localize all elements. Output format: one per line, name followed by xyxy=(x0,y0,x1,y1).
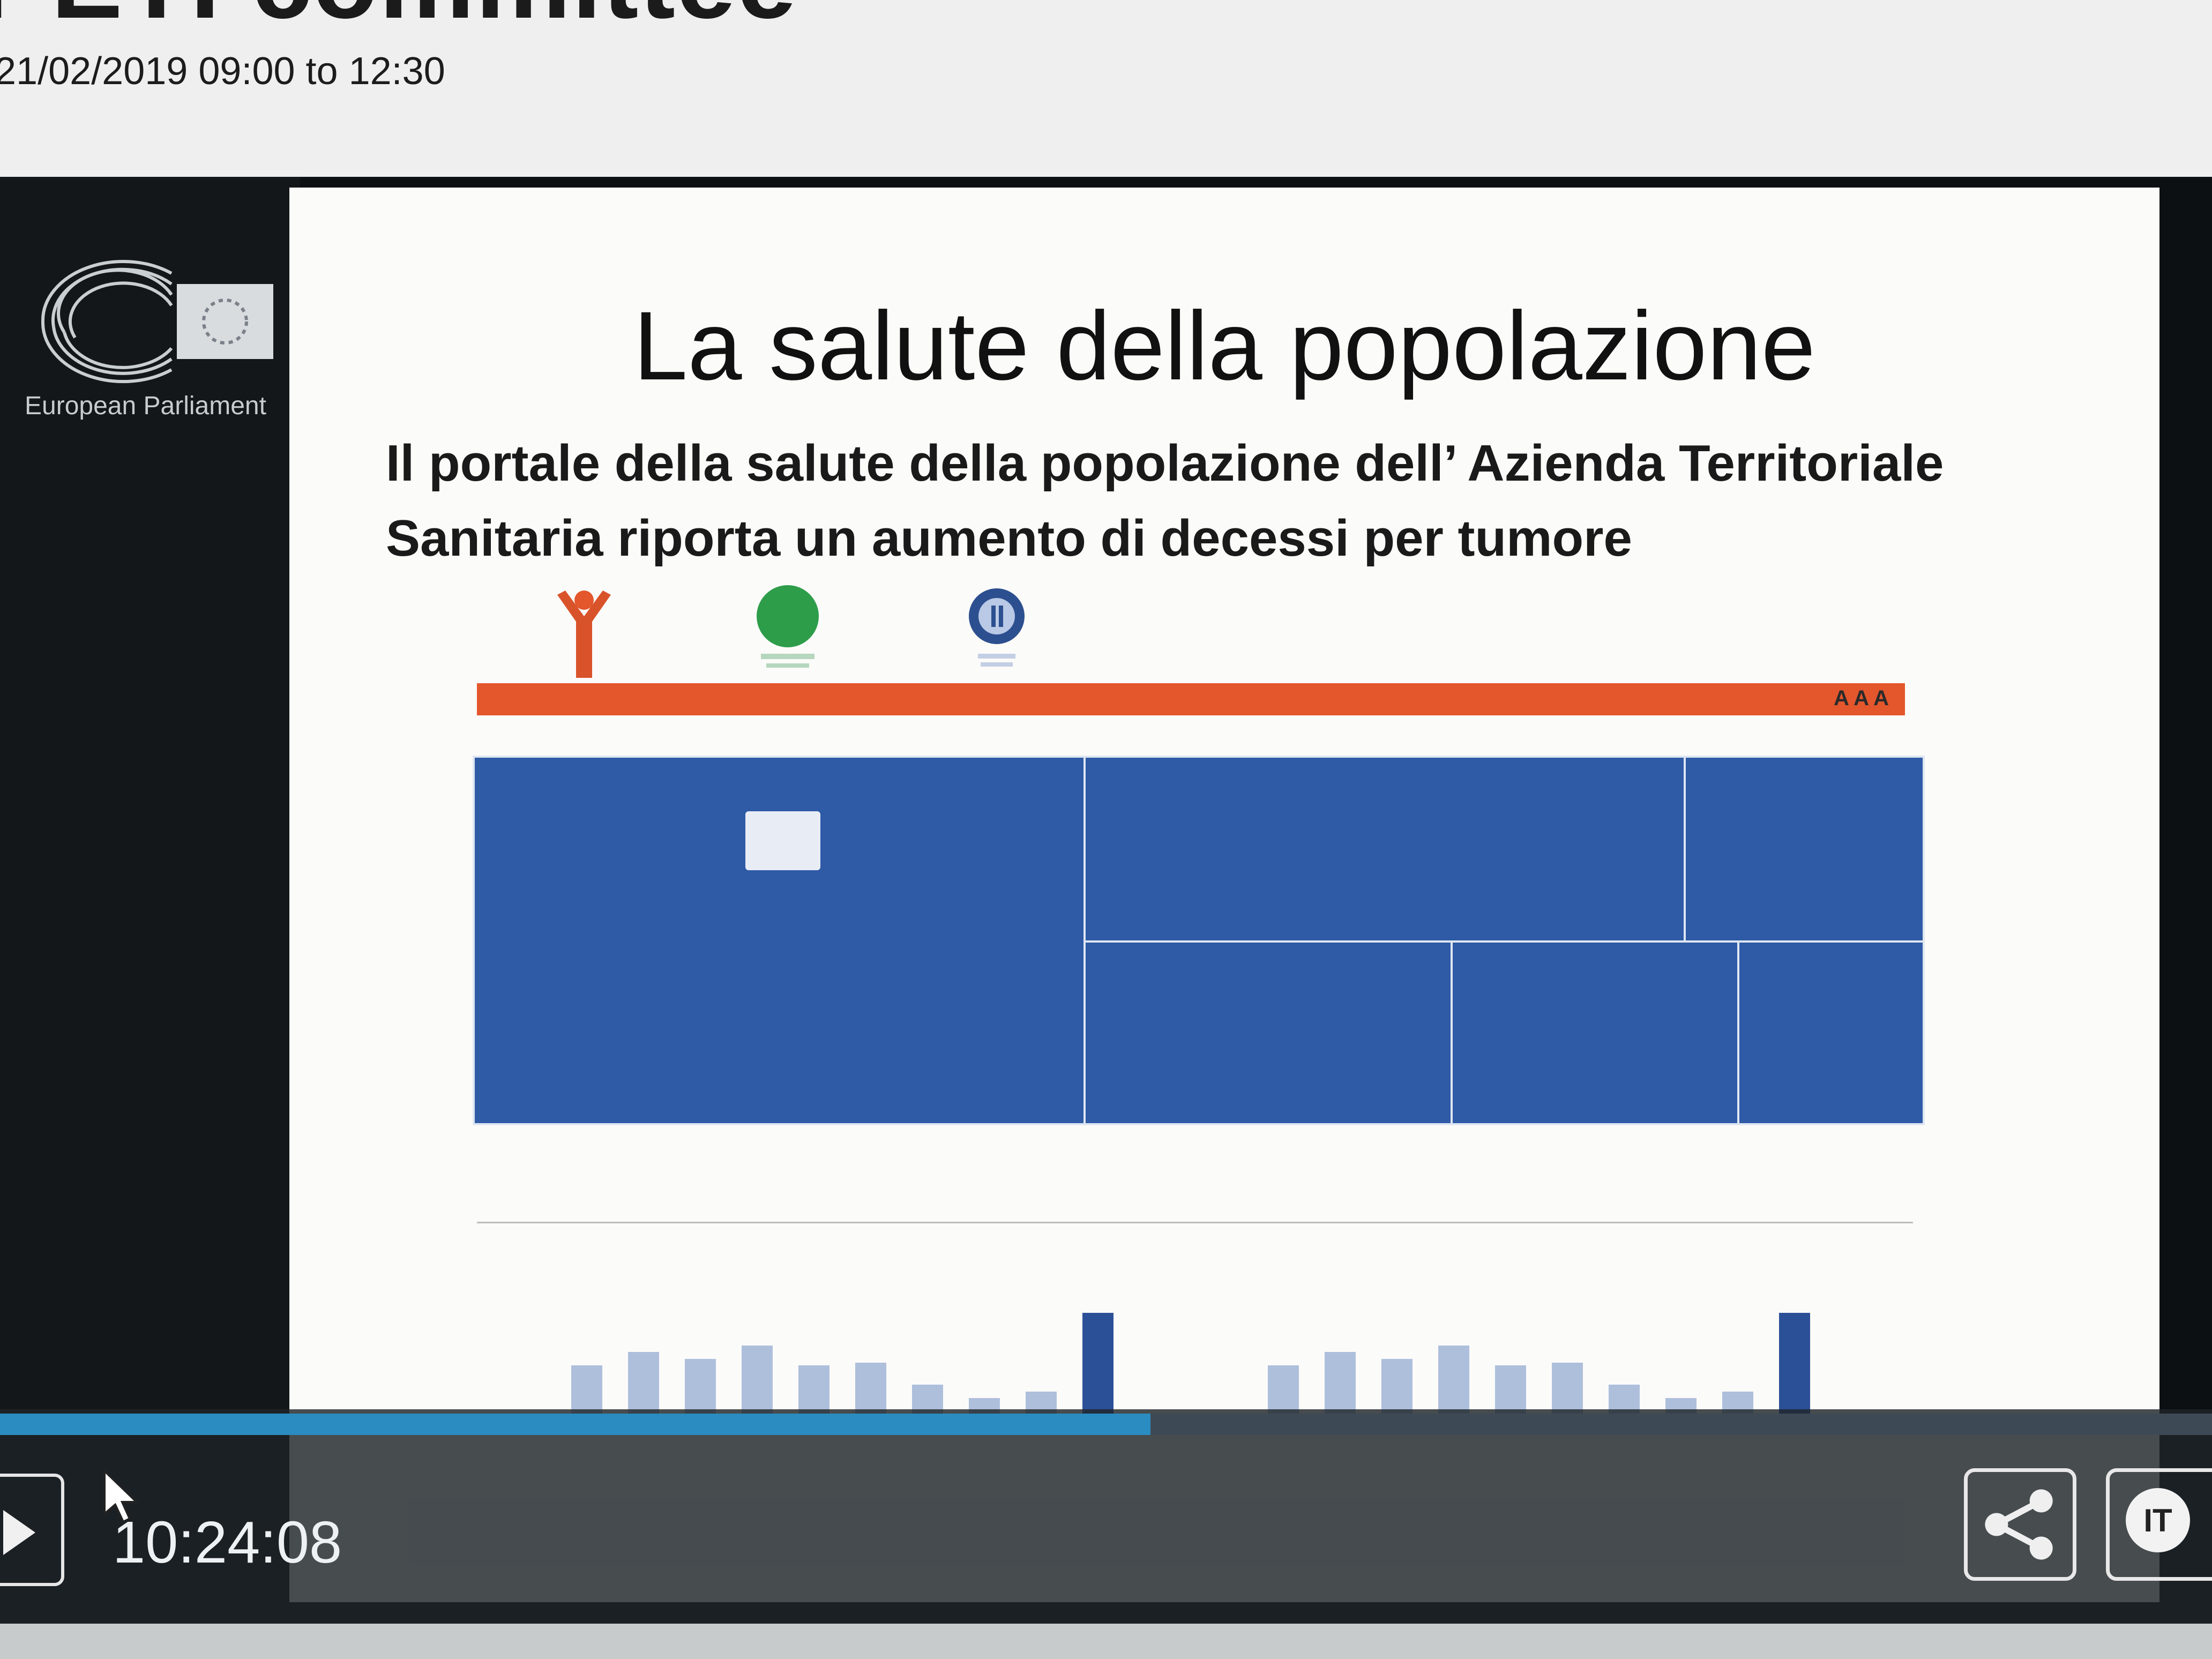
treemap-tile-nervoso[interactable] xyxy=(1451,940,1740,1125)
video-player[interactable]: European Parliament La salute della popo… xyxy=(0,177,2212,1659)
treemap-tile-altro[interactable] xyxy=(1083,940,1453,1125)
player-controls: 10:24:08 IT xyxy=(0,1409,2212,1659)
share-button[interactable] xyxy=(1964,1468,2076,1581)
treemap-tile-traumatismi[interactable] xyxy=(1737,940,1925,1125)
player-bottom-strip xyxy=(0,1624,2212,1659)
selected-category-row xyxy=(477,1200,1913,1223)
treemap-tile-tumori[interactable] xyxy=(473,756,1086,1125)
play-icon xyxy=(3,1510,35,1555)
presentation-slide: La salute della popolazione Il portale d… xyxy=(289,188,2159,1602)
tooltip-icon xyxy=(745,811,820,870)
progress-fill xyxy=(0,1414,1150,1435)
font-size-controls[interactable]: A A A xyxy=(1834,686,1889,711)
share-icon xyxy=(1985,1489,2053,1560)
person-icon xyxy=(557,591,611,678)
progress-bar[interactable] xyxy=(0,1414,2212,1435)
page-title: PETI committee xyxy=(0,0,797,43)
timecode: 10:24:08 xyxy=(113,1509,342,1575)
treemap-tile-respiratorio[interactable] xyxy=(1684,756,1925,943)
ep-side-panel: European Parliament xyxy=(0,177,300,1431)
language-button[interactable]: IT xyxy=(2106,1468,2212,1581)
portal-header-bar: A A A xyxy=(477,683,1905,715)
ep-logo-label: European Parliament xyxy=(25,392,266,420)
page-header: PETI committee 21/02/2019 09:00 to 12:30 xyxy=(0,0,2212,177)
european-parliament-logo-icon xyxy=(41,260,273,383)
slide-title: La salute della popolazione xyxy=(633,291,1815,400)
session-time: 21/02/2019 09:00 to 12:30 xyxy=(0,50,445,93)
slide-subtitle-line1: Il portale della salute della popolazion… xyxy=(386,435,1944,492)
mortality-treemap xyxy=(473,756,1925,1125)
play-button[interactable] xyxy=(0,1474,64,1586)
language-label: IT xyxy=(2143,1503,2172,1538)
speech-bubble-icon: IT xyxy=(2126,1488,2190,1552)
blue-circle-icon xyxy=(969,588,1025,667)
treemap-tile-circolatorio[interactable] xyxy=(1083,756,1686,943)
slide-subtitle-line2: Sanitaria riporta un aumento di decessi … xyxy=(386,510,1632,567)
green-circle-icon xyxy=(757,585,819,668)
